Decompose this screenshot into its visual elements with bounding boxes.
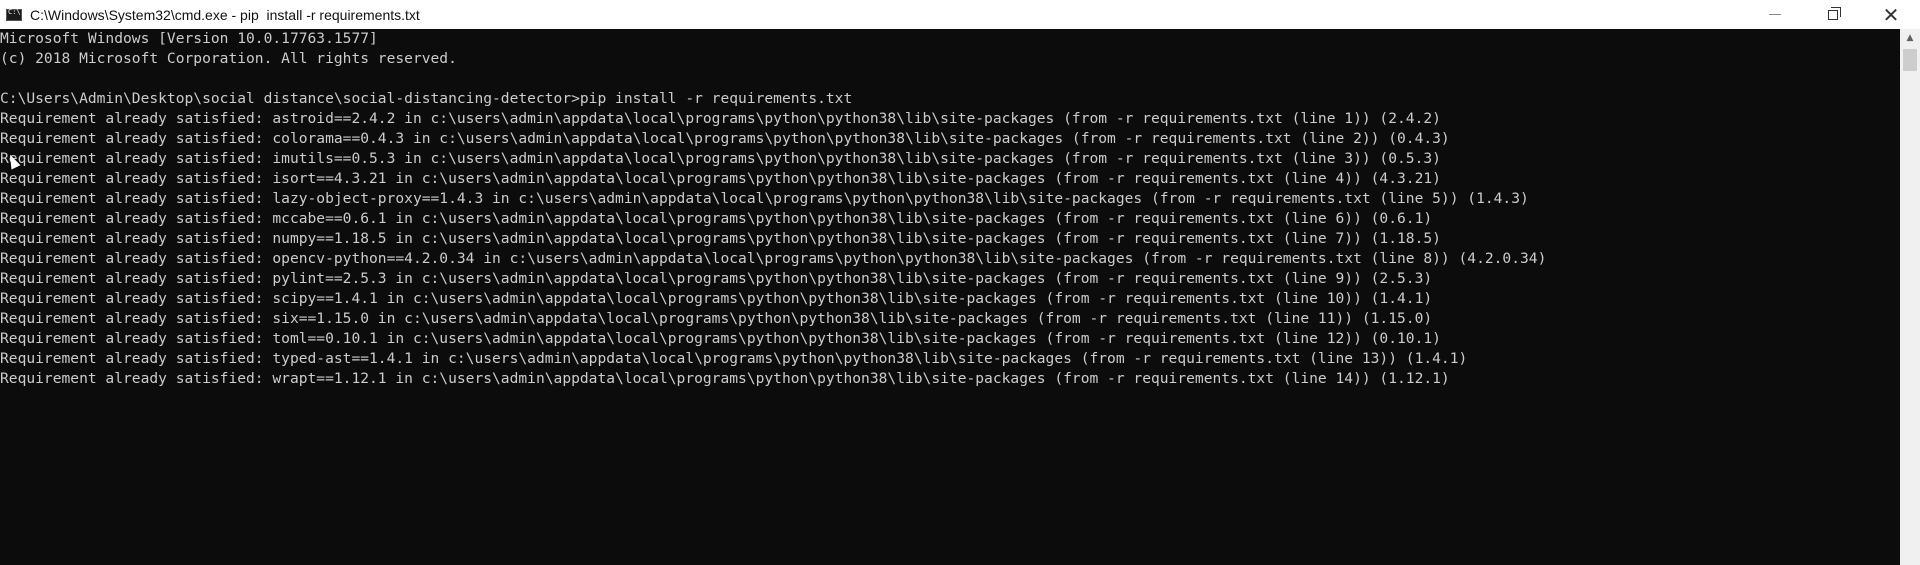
console-line: Microsoft Windows [Version 10.0.17763.15… [0,30,378,47]
console-line: Requirement already satisfied: imutils==… [0,150,1441,167]
console-line: Requirement already satisfied: isort==4.… [0,170,1441,187]
chevron-up-icon: ▲ [1906,32,1914,43]
cmd-window: C:\Windows\System32\cmd.exe - pip instal… [0,0,1920,565]
console-line: Requirement already satisfied: wrapt==1.… [0,370,1450,387]
restore-icon [1828,6,1841,20]
close-icon: ✕ [1882,2,1900,27]
console-line: Requirement already satisfied: pylint==2… [0,270,1433,287]
console-line: Requirement already satisfied: astroid==… [0,110,1441,127]
console-output[interactable]: Microsoft Windows [Version 10.0.17763.15… [0,29,1900,565]
console-line: Requirement already satisfied: opencv-py… [0,250,1547,267]
title-bar[interactable]: C:\Windows\System32\cmd.exe - pip instal… [0,0,1920,29]
vertical-scrollbar[interactable]: ▲ [1900,29,1920,565]
console-line: C:\Users\Admin\Desktop\social distance\s… [0,90,853,107]
console-line: Requirement already satisfied: scipy==1.… [0,290,1433,307]
close-button[interactable]: ✕ [1862,0,1920,29]
console-line: Requirement already satisfied: numpy==1.… [0,230,1441,247]
console-line: (c) 2018 Microsoft Corporation. All righ… [0,50,457,67]
scroll-up-button[interactable]: ▲ [1900,29,1920,46]
console-line: Requirement already satisfied: toml==0.1… [0,330,1441,347]
console-line: Requirement already satisfied: mccabe==0… [0,210,1433,227]
minimize-button[interactable] [1746,0,1804,29]
window-controls: ✕ [1746,0,1920,29]
cmd-icon[interactable] [6,8,22,21]
restore-button[interactable] [1804,0,1862,29]
window-title: C:\Windows\System32\cmd.exe - pip instal… [30,6,420,23]
console-line: Requirement already satisfied: typed-ast… [0,350,1468,367]
console-line: Requirement already satisfied: colorama=… [0,130,1450,147]
console-line: Requirement already satisfied: six==1.15… [0,310,1433,327]
console-line: Requirement already satisfied: lazy-obje… [0,190,1529,207]
minimize-icon [1769,14,1781,15]
scroll-thumb[interactable] [1903,49,1917,71]
